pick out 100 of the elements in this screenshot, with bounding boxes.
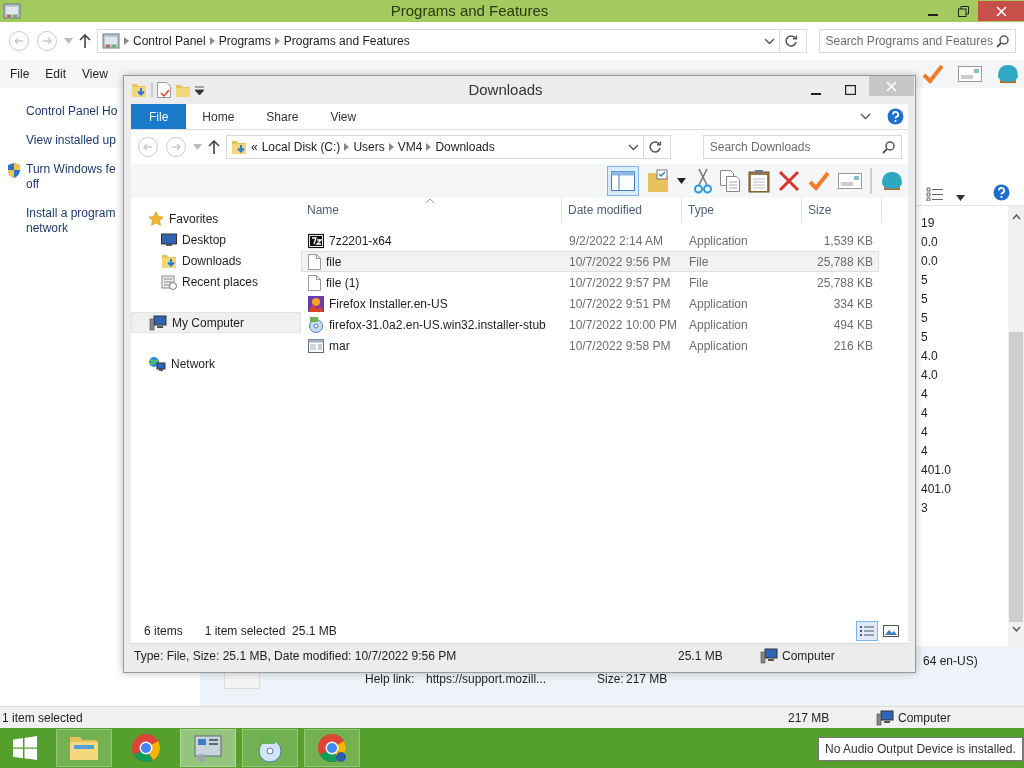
properties-folder-icon[interactable]	[647, 169, 669, 193]
breadcrumb-item[interactable]: Programs and Features	[283, 32, 410, 50]
version-cell-text: 5	[921, 329, 929, 346]
customize-icon[interactable]	[195, 85, 204, 95]
address-bar[interactable]: Control Panel Programs Programs and Features	[97, 29, 780, 53]
chevron-down-icon[interactable]	[763, 37, 775, 45]
chevron-down-icon[interactable]	[628, 143, 639, 151]
up-arrow-icon[interactable]	[79, 34, 91, 48]
picture-view-icon	[883, 625, 899, 637]
windows-logo-icon	[13, 736, 37, 760]
file-row[interactable]: firefox-31.0a2.en-US.win32.installer-stub 10/7/2022 10:00 PM Application 494 KB	[301, 314, 879, 335]
version-cell-text: 5	[921, 272, 929, 289]
file-row[interactable]: 7z2201-x64 9/2/2022 2:14 AM Application 1,539 KB	[301, 230, 879, 251]
taskbar-button[interactable]	[304, 729, 360, 767]
shell-icon[interactable]	[996, 63, 1020, 85]
navigation-item[interactable]: Network	[131, 353, 301, 374]
properties-folder-icon[interactable]	[131, 82, 147, 98]
up-arrow-icon[interactable]	[208, 140, 220, 154]
breadcrumb-item[interactable]: Downloads	[435, 138, 495, 156]
details-view-icon[interactable]	[926, 187, 944, 201]
ribbon-tab[interactable]: File	[131, 104, 187, 129]
ribbon-tab[interactable]: Share	[250, 104, 315, 129]
breadcrumb-item[interactable]: Programs	[218, 32, 271, 50]
help-icon[interactable]	[887, 108, 904, 125]
refresh-icon[interactable]	[648, 140, 662, 154]
help-icon[interactable]	[993, 184, 1010, 201]
scissors-icon[interactable]	[694, 168, 712, 194]
task-link[interactable]: Install a program network	[26, 206, 116, 236]
status-size: 217 MB	[788, 709, 831, 727]
ribbon-tab[interactable]: Home	[186, 104, 251, 129]
view-dropdown-icon[interactable]	[956, 195, 965, 201]
card-icon[interactable]	[838, 173, 862, 189]
refresh-icon[interactable]	[783, 34, 798, 48]
breadcrumb-arrow-icon	[426, 143, 432, 151]
version-cell-text: 3	[921, 500, 929, 517]
column-header[interactable]: Type	[682, 198, 802, 222]
version-cell-text: 4	[921, 405, 929, 422]
check-icon[interactable]	[922, 64, 944, 84]
navigation-item[interactable]: Desktop	[131, 229, 301, 250]
taskbar-button[interactable]	[180, 729, 236, 767]
help-link[interactable]: https://support.mozill...	[426, 670, 597, 688]
breadcrumb-item[interactable]: Users	[353, 138, 385, 156]
search-icon[interactable]	[882, 140, 895, 154]
navigation-item[interactable]: My Computer	[131, 312, 301, 333]
clipboard-icon[interactable]	[748, 169, 770, 193]
installer-disc-icon	[308, 316, 324, 333]
shell-icon[interactable]	[880, 170, 904, 192]
refresh-button[interactable]	[778, 29, 807, 53]
task-link[interactable]: Control Panel Ho	[26, 104, 118, 119]
view-button[interactable]	[856, 621, 878, 641]
search-icon[interactable]	[996, 34, 1009, 48]
menu-item[interactable]: Edit	[37, 65, 75, 83]
version-cell-text: 4.0	[921, 348, 939, 365]
navigation-item[interactable]: Downloads	[131, 250, 301, 271]
file-row[interactable]: mar 10/7/2022 9:58 PM Application 216 KB	[301, 335, 879, 356]
menu-item[interactable]: View	[74, 65, 116, 83]
ribbon-tab[interactable]: View	[314, 104, 373, 129]
task-link[interactable]: View installed up	[26, 133, 116, 148]
file-name: 7z2201-x64	[329, 232, 392, 250]
control-panel-icon	[102, 32, 120, 50]
breadcrumb-arrow-icon	[124, 37, 129, 45]
column-header[interactable]: Name	[301, 198, 562, 222]
file-row[interactable]: file 10/7/2022 9:56 PM File 25,788 KB	[301, 251, 879, 272]
scrollbar-thumb[interactable]	[1009, 332, 1023, 622]
delete-icon[interactable]	[778, 170, 800, 192]
refresh-button[interactable]	[643, 135, 671, 159]
version-cell-text: 0.0	[921, 253, 939, 270]
breadcrumb-item[interactable]: Local Disk (C:)	[261, 138, 341, 156]
address-bar[interactable]: « Local Disk (C:) Users VM4 Downloads	[226, 135, 644, 159]
shield-icon[interactable]	[6, 162, 22, 179]
copy-icon[interactable]	[720, 170, 740, 192]
breadcrumb-item[interactable]: VM4	[397, 138, 423, 156]
taskbar-button[interactable]	[242, 729, 298, 767]
file-type: File	[688, 274, 710, 292]
navigation-item[interactable]: Favorites	[131, 208, 301, 229]
details-size: 25.1 MB	[677, 647, 724, 665]
close-icon	[995, 5, 1007, 17]
file-row[interactable]: file (1) 10/7/2022 9:57 PM File 25,788 KB	[301, 272, 879, 293]
file-size: 494 KB	[832, 316, 873, 334]
file-row[interactable]: Firefox Installer.en-US 10/7/2022 9:51 PM Application 334 KB	[301, 293, 879, 314]
new-document-icon[interactable]	[157, 82, 171, 98]
chevron-down-icon[interactable]	[860, 113, 871, 120]
column-header[interactable]: Date modified	[562, 198, 682, 222]
version-cell-text: 4	[921, 386, 929, 403]
task-link[interactable]: Turn Windows fe off	[26, 162, 116, 192]
landscape-icon	[308, 295, 324, 312]
card-icon[interactable]	[958, 66, 982, 82]
dropdown-icon[interactable]	[677, 178, 686, 184]
navigation-item[interactable]: Recent places	[131, 271, 301, 292]
breadcrumb-item[interactable]: Control Panel	[133, 32, 206, 50]
chrome-icon	[129, 731, 163, 765]
check-icon[interactable]	[808, 171, 830, 191]
search-field[interactable]: Search Programs and Features	[818, 29, 1016, 53]
scroll-up-icon[interactable]	[1011, 214, 1021, 220]
overflow-chevron[interactable]: «	[251, 138, 258, 156]
preview-pane-button[interactable]	[607, 166, 639, 196]
scroll-down-icon[interactable]	[1011, 626, 1021, 632]
menu-item[interactable]: File	[2, 65, 38, 83]
search-field[interactable]: Search Downloads	[702, 135, 902, 159]
column-header[interactable]: Size	[802, 198, 882, 222]
